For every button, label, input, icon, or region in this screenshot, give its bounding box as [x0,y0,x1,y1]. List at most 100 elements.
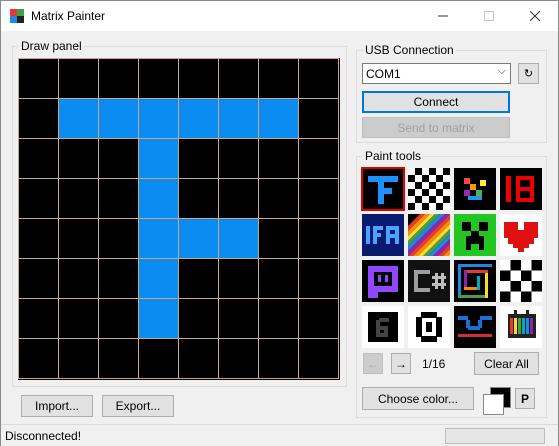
next-page-button[interactable]: → [391,353,411,374]
matrix-cell[interactable] [299,99,339,139]
matrix-cell[interactable] [19,179,59,219]
matrix-cell[interactable] [19,339,59,379]
matrix-cell[interactable] [259,219,299,259]
matrix-cell[interactable] [299,59,339,99]
matrix-cell[interactable] [299,299,339,339]
matrix-cell[interactable] [59,219,99,259]
p-button[interactable]: P [515,388,535,409]
status-bar: Disconnected! [1,424,558,446]
matrix-cell[interactable] [179,299,219,339]
matrix-cell[interactable] [59,59,99,99]
matrix-cell[interactable] [259,59,299,99]
matrix-cell[interactable] [179,179,219,219]
matrix-cell[interactable] [139,179,179,219]
grid-line [18,338,339,339]
matrix-cell[interactable] [99,219,139,259]
matrix-cell[interactable] [59,299,99,339]
grid-line [298,58,299,379]
matrix-cell[interactable] [219,139,259,179]
matrix-cell[interactable] [139,139,179,179]
secondary-color-swatch[interactable] [483,394,504,415]
matrix-cell[interactable] [219,299,259,339]
matrix-cell[interactable] [219,219,259,259]
matrix-cell[interactable] [19,259,59,299]
matrix-cell[interactable] [19,299,59,339]
matrix-cell[interactable] [219,59,259,99]
tool-wave[interactable] [454,306,496,348]
matrix-cell[interactable] [179,59,219,99]
matrix-cell[interactable] [99,139,139,179]
tool-letter-f[interactable] [361,167,405,211]
matrix-cell[interactable] [99,339,139,379]
tool-spiral[interactable] [454,260,496,302]
matrix-cell[interactable] [299,179,339,219]
tool-checker-large[interactable] [500,260,542,302]
matrix-cell[interactable] [59,139,99,179]
com-port-select[interactable]: COM1 ⌵ [362,63,511,84]
grid-line [338,58,339,379]
matrix-cell[interactable] [19,219,59,259]
matrix-cell[interactable] [139,259,179,299]
matrix-cell[interactable] [179,219,219,259]
minimize-button[interactable] [420,1,466,31]
matrix-cell[interactable] [179,139,219,179]
matrix-cell[interactable] [219,99,259,139]
matrix-cell[interactable] [59,339,99,379]
matrix-cell[interactable] [299,139,339,179]
tool-colored-glyph[interactable] [454,168,496,210]
matrix-cell[interactable] [59,259,99,299]
led-matrix-grid[interactable] [18,58,340,380]
import-button[interactable]: Import... [21,395,93,417]
export-button[interactable]: Export... [102,395,174,417]
matrix-cell[interactable] [99,99,139,139]
tool-twitch-logo[interactable] [362,260,404,302]
grid-line [218,58,219,379]
matrix-cell[interactable] [99,59,139,99]
matrix-cell[interactable] [299,339,339,379]
matrix-cell[interactable] [139,219,179,259]
refresh-ports-button[interactable]: ↻ [518,63,539,84]
matrix-cell[interactable] [179,99,219,139]
matrix-cell[interactable] [19,59,59,99]
usb-connection-legend: USB Connection [363,43,456,57]
tool-ifa-text[interactable] [362,214,404,256]
matrix-cell[interactable] [259,179,299,219]
tool-number-18[interactable] [500,168,542,210]
choose-color-button[interactable]: Choose color... [362,387,474,410]
close-button[interactable] [512,1,558,31]
matrix-cell[interactable] [19,139,59,179]
connect-button[interactable]: Connect [362,91,510,113]
matrix-cell[interactable] [99,179,139,219]
tool-csharp-logo[interactable] [408,260,450,302]
tool-tv-test[interactable] [500,306,542,348]
matrix-cell[interactable] [299,219,339,259]
matrix-cell[interactable] [259,339,299,379]
matrix-cell[interactable] [179,339,219,379]
matrix-cell[interactable] [259,139,299,179]
matrix-cell[interactable] [219,339,259,379]
matrix-cell[interactable] [259,99,299,139]
matrix-cell[interactable] [19,99,59,139]
matrix-cell[interactable] [259,299,299,339]
tool-rainbow-stripes[interactable] [408,214,450,256]
matrix-cell[interactable] [139,59,179,99]
matrix-cell[interactable] [139,339,179,379]
page-indicator: 1/16 [422,357,446,371]
matrix-cell[interactable] [259,259,299,299]
matrix-cell[interactable] [139,299,179,339]
tool-ring-pattern[interactable] [408,306,450,348]
clear-all-button[interactable]: Clear All [474,352,539,375]
tool-creeper-face[interactable] [454,214,496,256]
tool-heart[interactable] [500,214,542,256]
matrix-cell[interactable] [139,99,179,139]
matrix-cell[interactable] [99,299,139,339]
tool-number-6[interactable] [362,306,404,348]
matrix-cell[interactable] [179,259,219,299]
matrix-cell[interactable] [219,179,259,219]
matrix-cell[interactable] [59,99,99,139]
matrix-cell[interactable] [99,259,139,299]
matrix-cell[interactable] [299,259,339,299]
matrix-cell[interactable] [219,259,259,299]
tool-checker-pattern[interactable] [408,168,450,210]
matrix-cell[interactable] [59,179,99,219]
